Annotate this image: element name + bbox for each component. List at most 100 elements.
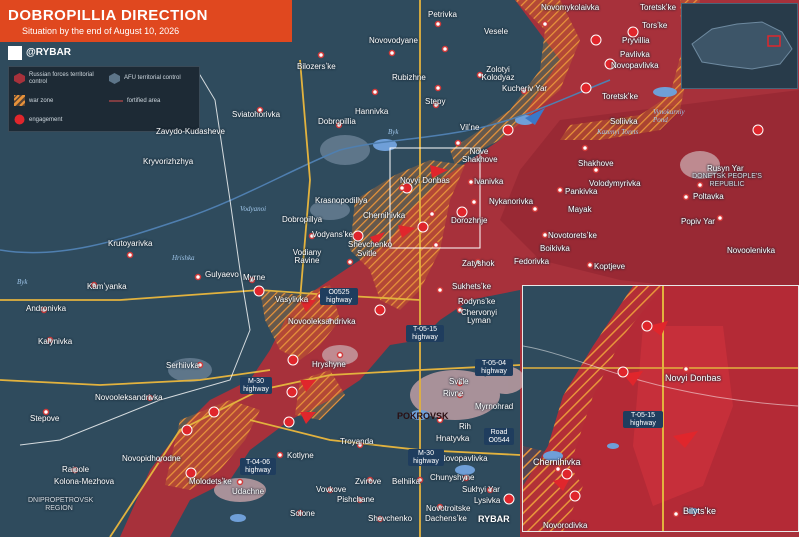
place-kolona-mezhova: Kolona-Mezhova <box>54 477 115 486</box>
place-torske: Torsʼke <box>642 21 668 30</box>
place-dobropillia: Dobropillia <box>318 117 356 126</box>
place-vilne: Vilʼne <box>460 123 480 132</box>
place-pryvilla: Pryvillia <box>622 36 650 45</box>
place-krasnopodillya: Krasnopodillya <box>315 196 368 205</box>
place-zoloty-kolodyaz: Zolotyi Kolodyaz <box>481 65 515 82</box>
place-fedorivka: Fedorivka <box>514 257 550 266</box>
road-m30-w: M-30 highway <box>240 377 272 395</box>
place-udachne: Udachne <box>232 487 265 496</box>
place-ivanivka: Ivanivka <box>474 177 504 186</box>
place-solone: Solone <box>290 509 315 518</box>
place-toretske-mid: Toretskʼke <box>602 92 639 101</box>
footer-brand: RYBAR <box>478 514 510 524</box>
place-kucheriv-yar: Kucheriv Yar <box>502 84 548 93</box>
place-nykanorivka: Nykanorivka <box>489 197 534 206</box>
place-novotroitske: Novotroitske <box>426 504 471 513</box>
russian-legend-icon <box>14 73 25 84</box>
place-novopavlivka-n: Novopavlivka <box>611 61 659 70</box>
brand-block: @RYBAR <box>8 46 88 60</box>
river-label-hrishka: Hrishka <box>172 254 195 262</box>
zoom-label-novorodivka: Novorodivka <box>543 521 588 530</box>
zoom-label-novyi-donbas: Novyi Donbas <box>665 373 722 383</box>
place-rivne: Rivne <box>443 389 464 398</box>
place-belhiika: Belhiika <box>392 477 421 486</box>
war-zone-legend-icon <box>14 95 25 106</box>
place-vovkove: Vovkove <box>316 485 347 494</box>
region-dpr: DONETSK PEOPLE'S REPUBLIC <box>692 173 762 188</box>
place-shakhove: Shakhove <box>578 159 614 168</box>
legend-war-zone: war zone <box>29 98 54 104</box>
legend: Russian forces territorial control AFU t… <box>8 66 200 132</box>
place-dachens-ke: Dachensʼke <box>425 514 467 523</box>
place-dorozhnje: Dorozhnje <box>451 216 488 225</box>
place-stepove: Stepove <box>30 414 60 423</box>
legend-fortified: fortified area <box>127 98 161 104</box>
place-pokrovsk: POKROVSK <box>397 411 449 421</box>
place-zatyshok: Zatyshok <box>462 259 495 268</box>
place-novovodyane: Novovodyane <box>369 36 418 45</box>
place-vodyanske: Vodyansʼke <box>312 230 353 239</box>
place-kalynivka: Kalynivka <box>38 337 73 346</box>
place-lysivka: Lysivka <box>474 496 501 505</box>
place-shevchenko-s: Shevchenko <box>368 514 413 523</box>
place-serhiivka: Serhiivka <box>166 361 199 370</box>
ukraine-outline-icon <box>691 21 793 70</box>
place-toretske-top: Toretskʼke <box>640 3 677 12</box>
place-pavlivka: Pavlivka <box>620 50 650 59</box>
label-kazenyi-torets: Kazenyi Torets <box>597 128 639 136</box>
place-myrnohrad: Myrnohrad <box>475 402 514 411</box>
place-novopavlivka-s: Novopavlivka <box>440 454 488 463</box>
place-boikivka: Boikivka <box>540 244 570 253</box>
river-label-byk-w: Byk <box>17 278 28 286</box>
place-kamyanka: Kamʼyanka <box>87 282 127 291</box>
place-rubizhne: Rubizhne <box>392 73 426 82</box>
place-petrivka: Petrivka <box>428 10 457 19</box>
road-o0544: Road O0544 <box>484 428 514 446</box>
place-vasylivka: Vasylivka <box>275 295 309 304</box>
overview-inset-map <box>681 3 798 89</box>
place-hannivka: Hannivka <box>355 107 389 116</box>
place-novoolenivka: Novoolenivka <box>727 246 776 255</box>
place-sukhetske: Sukhetsʼke <box>452 282 492 291</box>
engagement-legend-icon <box>14 114 25 125</box>
map-subtitle: Situation by the end of August 10, 2026 <box>22 26 180 36</box>
brand-name: @RYBAR <box>26 47 71 58</box>
map-title: DOBROPILLIA DIRECTION <box>8 7 208 24</box>
place-popiv-yar: Popiv Yar <box>681 217 715 226</box>
afu-legend-icon <box>109 73 120 84</box>
place-stepy: Stepy <box>425 97 446 106</box>
place-nove-shakhove: Nove Shakhove <box>462 147 498 164</box>
place-hnatyvka: Hnatyvka <box>436 434 470 443</box>
zoom-detail-panel: Novyi Donbas Chernihivka Bilytsʼke Novor… <box>522 285 799 532</box>
place-sviatohorivka: Sviatohorivka <box>232 110 281 119</box>
place-novotoretske: Novotoretsʼke <box>548 231 597 240</box>
place-chernihivka: Chernihivka <box>363 211 406 220</box>
header-banner: DOBROPILLIA DIRECTION Situation by the e… <box>0 0 292 42</box>
place-krutoyarivka: Krutoyarivka <box>108 239 153 248</box>
place-troyanda: Troyanda <box>340 437 374 446</box>
place-sukhyi-yar: Sukhyi Yar <box>462 485 500 494</box>
label-vynokurniy-pond: Vynokurniy Pond <box>653 108 685 124</box>
place-kryvorizhzhya: Kryvorizhzhya <box>143 157 194 166</box>
legend-russian: Russian forces territorial control <box>29 72 94 85</box>
place-veselle: Veselе <box>484 27 509 36</box>
place-dobropillya-w: Dobropillya <box>282 215 323 224</box>
zoom-label-bilytske: Bilytsʼke <box>683 506 717 516</box>
place-raipole: Raipole <box>62 465 90 474</box>
place-soliivka: Soliivka <box>610 117 638 126</box>
fortified-legend-icon <box>109 100 123 102</box>
place-zvirove: Zvirove <box>355 477 382 486</box>
place-novopidhorodne: Novopidhorodne <box>122 454 181 463</box>
legend-engagement: engagement <box>29 117 63 123</box>
place-novooleksandrivka-c: Novooleksandrivka <box>288 317 356 326</box>
place-rodynske: Rodynsʼke <box>458 297 496 306</box>
zoom-map <box>523 286 798 531</box>
place-pankivka: Pankivka <box>565 187 598 196</box>
place-koptjeve: Koptjeve <box>594 262 626 271</box>
road-t0406: T-04-06 highway <box>240 458 276 476</box>
place-molodetske: Molodetsʼke <box>189 477 232 486</box>
place-svitle-n: Svitle <box>357 249 377 258</box>
region-dnipropetrovsk: DNIPROPETROVSK REGION <box>28 497 94 512</box>
place-bilozerske: Bilozersʼke <box>297 62 336 71</box>
place-hryshyne: Hryshyne <box>312 360 346 369</box>
